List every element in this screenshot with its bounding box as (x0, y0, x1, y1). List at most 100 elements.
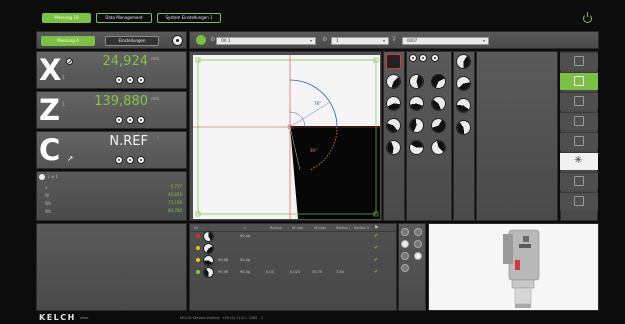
reset-icon[interactable] (137, 116, 145, 124)
image-icon[interactable] (414, 252, 422, 260)
sidebar-button-7[interactable] (560, 172, 598, 190)
arc-label-1: 78° (314, 101, 321, 106)
pin-icon[interactable]: ⚑ (374, 225, 378, 231)
sidebar-button-4[interactable] (560, 112, 598, 130)
add-icon[interactable] (401, 240, 409, 248)
tool-filter-icon[interactable] (409, 54, 417, 62)
grid-icon[interactable] (386, 54, 401, 69)
tool-shape-icon[interactable] (431, 74, 446, 89)
tool-icon[interactable]: ⚙ (322, 36, 327, 43)
sidebar-button-8[interactable] (560, 192, 598, 210)
tool-shape-icon[interactable] (386, 118, 401, 133)
edit-icon[interactable] (66, 58, 73, 65)
wedge (457, 121, 470, 134)
list-icon[interactable] (401, 264, 409, 272)
tab-system-einstellungen[interactable]: System Einstellungen 1 (157, 13, 221, 23)
dropdown-label: OK 1 (221, 38, 231, 43)
tool-filter-icon[interactable] (419, 54, 427, 62)
edge-dropdown[interactable]: 0007 ▾ (402, 37, 489, 45)
wedge (410, 75, 423, 88)
row-tool-icon[interactable] (203, 231, 214, 242)
wedge (457, 99, 470, 112)
service-hotline: KELCH Service-Hotline: +49 (0) 7151 / 20… (180, 316, 264, 320)
tool-shape-icon[interactable] (409, 96, 424, 111)
wedge (410, 97, 423, 110)
link-icon[interactable] (126, 116, 134, 124)
tab-einstellungen[interactable]: Einstellungen (105, 36, 159, 46)
tab-messung[interactable]: Messung 1B (42, 13, 91, 23)
sidebar-button-6[interactable]: ✳ (560, 152, 598, 170)
tool-shape-icon[interactable] (431, 118, 446, 133)
tool-dropdown[interactable]: 1 ▾ (331, 37, 389, 45)
minus-icon[interactable] (414, 240, 422, 248)
tool-shape-icon[interactable] (456, 120, 471, 135)
zoom-in-icon[interactable] (401, 228, 409, 236)
sidebar-button-3[interactable] (560, 92, 598, 110)
row-tool-icon[interactable] (203, 255, 214, 266)
fit-icon[interactable] (401, 252, 409, 260)
tool-shape-icon[interactable] (431, 96, 446, 111)
filter-icon[interactable]: ⊽ (392, 36, 396, 43)
check-icon: ✔ (374, 269, 379, 275)
chevron-down-icon: ▾ (309, 38, 312, 43)
row-tool-icon[interactable] (203, 243, 214, 254)
link-icon[interactable] (126, 156, 134, 164)
lock-icon[interactable] (115, 76, 123, 84)
tool-holder-icon (574, 176, 584, 186)
row-tool-icon[interactable] (203, 267, 214, 278)
sidebar-button-5[interactable] (560, 132, 598, 150)
table-header-cell: Radius I (336, 226, 350, 230)
axis-unit-x: mm (151, 56, 159, 61)
reset-icon[interactable] (137, 156, 145, 164)
readout-label: x (45, 185, 48, 190)
status-dot (196, 246, 200, 250)
tab-messung-a[interactable]: Messung A (41, 36, 95, 46)
tool-shape-icon[interactable] (456, 54, 471, 69)
axis-letter-z: Z (39, 93, 61, 127)
tool-shape-icon[interactable] (456, 98, 471, 113)
table-header-cell: Radius II (354, 226, 369, 230)
axis-unit-c: ° (157, 136, 159, 141)
settings-icon[interactable] (172, 35, 183, 46)
kelch-logo: KELCH (39, 313, 76, 322)
dropdown-label: 0007 (407, 38, 418, 43)
tool-shape-icon[interactable] (409, 140, 424, 155)
tool-shape-icon[interactable] (431, 140, 446, 155)
reset-icon[interactable] (137, 76, 145, 84)
arrow-icon[interactable]: ➚ (67, 154, 74, 163)
readout-value: 73,198 (168, 200, 182, 205)
axis-value-x: 24,924 (102, 54, 149, 69)
tool-shape-icon[interactable] (409, 118, 424, 133)
tool-shape-icon[interactable] (386, 74, 401, 89)
axis-value-z: 139,880 (94, 94, 148, 109)
axis-panel-x: X 1 24,924 mm (36, 51, 187, 89)
sidebar-button-2[interactable] (560, 72, 598, 90)
sidebar-button-1[interactable] (560, 52, 598, 70)
tool-shape-icon[interactable] (409, 74, 424, 89)
tool-shape-icon[interactable] (456, 76, 471, 91)
wedge (457, 77, 470, 90)
zoom-out-icon[interactable] (414, 228, 422, 236)
footer-bar: KELCH xline KELCH Service-Hotline: +49 (… (0, 312, 625, 324)
tool-image-panel (428, 223, 599, 311)
lock-icon[interactable] (115, 156, 123, 164)
wedge (457, 55, 470, 68)
tab-data-management[interactable]: Data Management (96, 13, 152, 23)
settings-icon[interactable]: ⚙ (210, 36, 215, 43)
logo-sub: xline (80, 316, 89, 320)
lock-icon[interactable] (115, 116, 123, 124)
link-icon[interactable] (126, 76, 134, 84)
table-cell: 30,70 (312, 270, 323, 274)
power-icon[interactable] (583, 12, 592, 23)
tool-filter-icon[interactable] (431, 54, 439, 62)
measurement-canvas[interactable]: 78° 90° (190, 52, 383, 222)
program-dropdown[interactable]: OK 1 ▾ (216, 37, 316, 45)
table-header-cell: Radius (270, 226, 282, 230)
tool-shape-icon[interactable] (386, 96, 401, 111)
axis-panel-z: Z 1 139,880 mm (36, 91, 187, 129)
table-header-cell: W-mw (292, 226, 303, 230)
top-bar: Messung 1B Data Management System Einste… (0, 0, 625, 28)
tool-shape-icon[interactable] (386, 140, 401, 155)
pen-icon[interactable] (39, 174, 45, 180)
wedge (432, 97, 445, 110)
